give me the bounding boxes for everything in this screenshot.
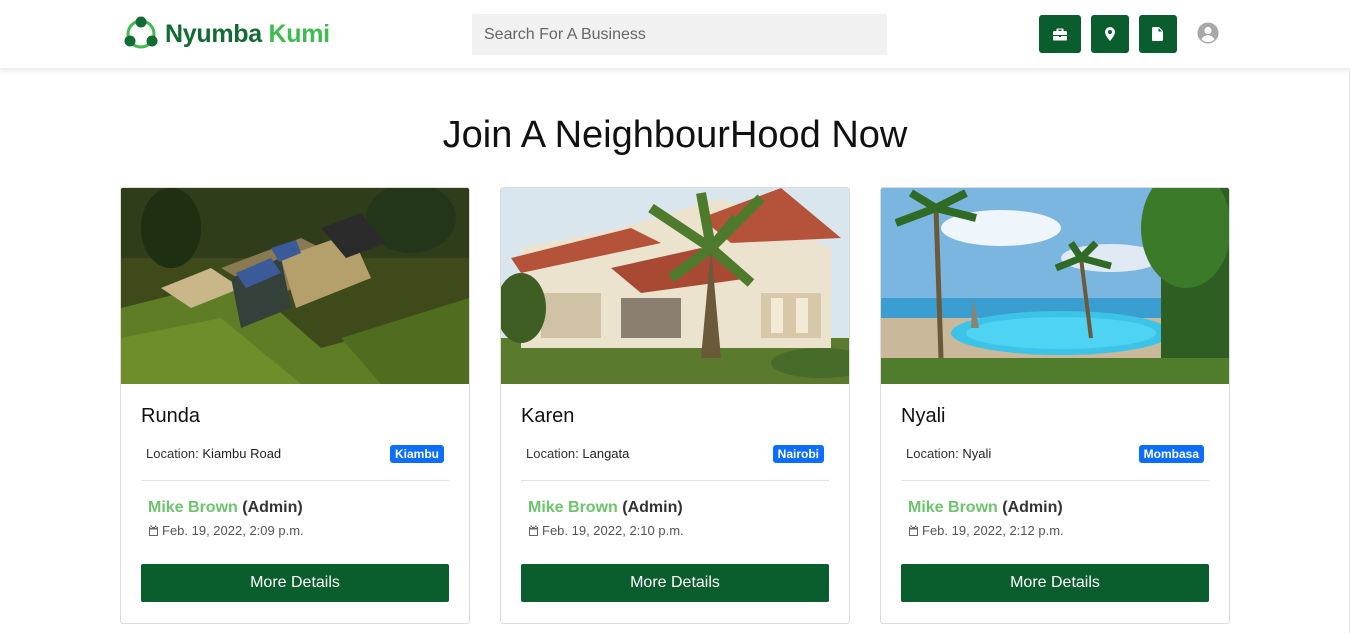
calendar-icon bbox=[149, 525, 158, 536]
location-value: Langata bbox=[582, 446, 630, 461]
divider bbox=[521, 480, 829, 481]
date-text: Feb. 19, 2022, 2:10 p.m. bbox=[542, 523, 684, 538]
divider bbox=[901, 480, 1209, 481]
map-pin-icon bbox=[1105, 27, 1115, 41]
location-label: Location: bbox=[906, 446, 959, 461]
card-title: Nyali bbox=[901, 405, 946, 427]
neighbourhood-card: Karen Location: Langata Nairobi Mike Bro… bbox=[500, 187, 850, 624]
brand-logo[interactable]: Nyumba Kumi bbox=[123, 15, 330, 53]
county-badge: Mombasa bbox=[1138, 445, 1204, 463]
admin-role: (Admin) bbox=[242, 499, 303, 516]
card-title: Runda bbox=[141, 405, 200, 427]
admin-info: Mike Brown (Admin) bbox=[148, 499, 303, 517]
location-value: Kiambu Road bbox=[202, 446, 282, 461]
admin-name[interactable]: Mike Brown bbox=[528, 499, 618, 516]
created-date: Feb. 19, 2022, 2:12 p.m. bbox=[908, 523, 1064, 538]
page-title: Join A NeighbourHood Now bbox=[442, 114, 908, 156]
created-date: Feb. 19, 2022, 2:09 p.m. bbox=[148, 523, 304, 538]
location-value: Nyali bbox=[962, 446, 992, 461]
file-icon bbox=[1152, 27, 1163, 41]
more-details-button[interactable]: More Details bbox=[521, 564, 829, 602]
admin-role: (Admin) bbox=[1002, 499, 1063, 516]
user-avatar-icon[interactable] bbox=[1197, 22, 1219, 44]
admin-name[interactable]: Mike Brown bbox=[148, 499, 238, 516]
more-details-button[interactable]: More Details bbox=[901, 564, 1209, 602]
date-text: Feb. 19, 2022, 2:12 p.m. bbox=[922, 523, 1064, 538]
brand-name-part1: Nyumba bbox=[165, 19, 262, 48]
navbar: Nyumba Kumi bbox=[0, 0, 1350, 69]
brand-name: Nyumba Kumi bbox=[165, 20, 330, 49]
admin-name[interactable]: Mike Brown bbox=[908, 499, 998, 516]
posts-button[interactable] bbox=[1139, 15, 1177, 53]
card-image bbox=[501, 188, 849, 384]
county-badge: Nairobi bbox=[772, 445, 824, 463]
location-label: Location: bbox=[526, 446, 579, 461]
brand-name-part2: Kumi bbox=[268, 19, 331, 48]
location-label: Location: bbox=[146, 446, 199, 461]
card-image bbox=[121, 188, 469, 384]
date-text: Feb. 19, 2022, 2:09 p.m. bbox=[162, 523, 304, 538]
calendar-icon bbox=[909, 525, 918, 536]
briefcase-icon bbox=[1053, 28, 1067, 41]
location-text: Location: Langata bbox=[526, 446, 629, 461]
county-badge: Kiambu bbox=[389, 445, 444, 463]
admin-info: Mike Brown (Admin) bbox=[908, 499, 1063, 517]
business-button[interactable] bbox=[1039, 15, 1081, 53]
admin-info: Mike Brown (Admin) bbox=[528, 499, 683, 517]
neighbourhood-card: Nyali Location: Nyali Mombasa Mike Brown… bbox=[880, 187, 1230, 624]
location-button[interactable] bbox=[1091, 15, 1129, 53]
location-text: Location: Nyali bbox=[906, 446, 991, 461]
location-text: Location: Kiambu Road bbox=[146, 446, 281, 461]
admin-role: (Admin) bbox=[622, 499, 683, 516]
created-date: Feb. 19, 2022, 2:10 p.m. bbox=[528, 523, 684, 538]
logo-icon bbox=[124, 16, 158, 49]
calendar-icon bbox=[529, 525, 538, 536]
divider bbox=[141, 480, 449, 481]
search-input[interactable] bbox=[472, 14, 887, 55]
card-image bbox=[881, 188, 1229, 384]
more-details-button[interactable]: More Details bbox=[141, 564, 449, 602]
neighbourhood-card: Runda Location: Kiambu Road Kiambu Mike … bbox=[120, 187, 470, 624]
card-title: Karen bbox=[521, 405, 575, 427]
